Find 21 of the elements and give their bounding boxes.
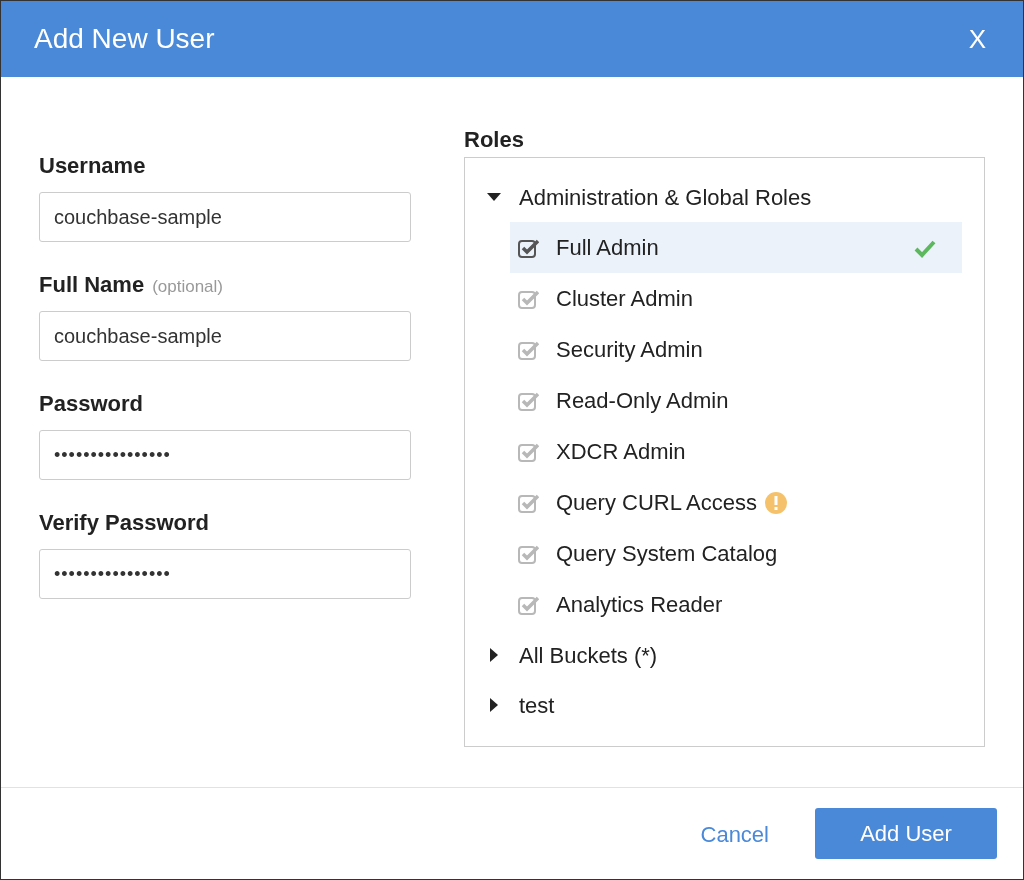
dialog-title: Add New User bbox=[34, 22, 215, 56]
text-field[interactable]: couchbase-sample bbox=[39, 192, 411, 242]
field-label: Verify Password bbox=[39, 509, 209, 537]
add-user-button[interactable]: Add User bbox=[815, 808, 997, 859]
roles-label: Roles bbox=[464, 126, 525, 154]
tree-group[interactable]: All Buckets (*) bbox=[485, 630, 964, 680]
collapse-triangle-icon bbox=[487, 193, 501, 201]
cancel-link[interactable]: Cancel bbox=[700, 818, 769, 851]
field-label: Username bbox=[39, 152, 146, 180]
text-field[interactable]: couchbase-sample bbox=[39, 311, 411, 361]
expand-triangle-icon bbox=[490, 698, 498, 712]
password-field[interactable]: •••••••••••••••• bbox=[39, 549, 411, 599]
role-row[interactable]: Full Admin bbox=[510, 222, 962, 273]
close-button[interactable]: X bbox=[964, 19, 990, 59]
field-label: Password bbox=[39, 390, 143, 418]
password-field[interactable]: •••••••••••••••• bbox=[39, 430, 411, 480]
expand-triangle-icon bbox=[490, 648, 498, 662]
field-label: Full Name bbox=[39, 271, 145, 299]
tree-group[interactable]: test bbox=[485, 680, 964, 730]
optional-hint: (optional) bbox=[152, 276, 223, 298]
tree-group[interactable]: Administration & Global Roles bbox=[485, 172, 964, 222]
